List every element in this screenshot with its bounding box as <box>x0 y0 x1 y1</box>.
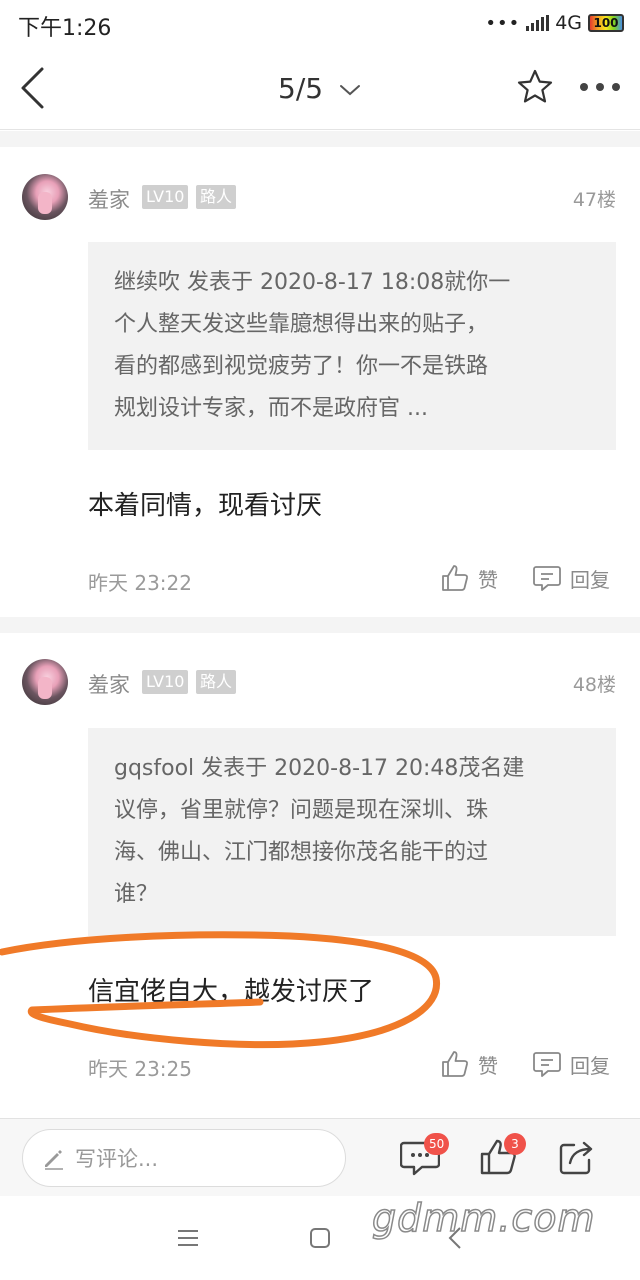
post-item: 羞家 LV10 路人 47楼 继续吹 发表于 2020-8-17 18:08就你… <box>0 147 640 617</box>
home-square-icon[interactable] <box>308 1226 332 1250</box>
divider-band <box>0 617 640 633</box>
comment-input[interactable]: 写评论... <box>22 1129 346 1187</box>
status-bar: 下午1:26 ••• 4G 100 <box>0 0 640 46</box>
pencil-icon <box>45 1150 63 1170</box>
post-time: 昨天 23:25 <box>88 1057 192 1081</box>
reply-label: 回复 <box>570 567 610 592</box>
post-item: 羞家 LV10 路人 48楼 gqsfool 发表于 2020-8-17 20:… <box>0 633 640 1118</box>
nav-bar: 5/5 <box>0 46 640 130</box>
bottom-action-bar: 写评论... 50 3 <box>0 1118 640 1196</box>
more-icon[interactable] <box>578 80 622 94</box>
quote-line: 看的都感到视觉疲劳了！你一不是铁路 <box>114 354 489 379</box>
avatar[interactable] <box>22 174 68 220</box>
quote-block[interactable]: 继续吹 发表于 2020-8-17 18:08就你一 个人整天发这些靠臆想得出来… <box>88 242 616 450</box>
like-label: 赞 <box>478 567 498 592</box>
status-indicators: ••• 4G 100 <box>485 12 624 34</box>
quote-line: 规划设计专家，而不是政府官 ... <box>114 396 428 421</box>
network-type: 4G <box>555 12 582 34</box>
quote-line: 海、佛山、江门都想接你茂名能干的过 <box>114 840 489 865</box>
menu-icon[interactable] <box>176 1226 200 1250</box>
page-indicator: 5/5 <box>278 72 324 105</box>
quote-line: gqsfool 发表于 2020-8-17 20:48茂名建 <box>114 756 525 781</box>
chevron-down-icon <box>339 85 360 96</box>
reply-button[interactable]: 回复 <box>532 1049 610 1079</box>
share-icon[interactable] <box>556 1137 596 1177</box>
like-label: 赞 <box>478 1053 498 1078</box>
post-content: 本着同情，现看讨厌 <box>88 491 323 521</box>
avatar[interactable] <box>22 659 68 705</box>
quote-line: 谁？ <box>114 882 159 907</box>
comment-icon <box>533 566 561 591</box>
floor-number: 47楼 <box>572 189 616 211</box>
post-time: 昨天 23:22 <box>88 571 192 595</box>
level-badge: LV10 <box>142 185 189 209</box>
quote-line: 个人整天发这些靠臆想得出来的贴子， <box>114 312 489 337</box>
star-icon[interactable] <box>516 68 554 106</box>
quote-block[interactable]: gqsfool 发表于 2020-8-17 20:48茂名建 议停，省里就停？问… <box>88 728 616 936</box>
reply-label: 回复 <box>570 1053 610 1078</box>
post-content: 信宜佬自大，越发讨厌了 <box>88 977 375 1007</box>
like-count-badge: 3 <box>504 1133 526 1155</box>
username[interactable]: 羞家 <box>88 669 130 699</box>
rank-badge: 路人 <box>196 185 237 209</box>
reply-button[interactable]: 回复 <box>532 563 610 593</box>
thumbs-up-icon <box>442 565 469 591</box>
comment-placeholder: 写评论... <box>75 1147 159 1171</box>
floor-number: 48楼 <box>572 674 616 696</box>
level-badge: LV10 <box>142 670 189 694</box>
status-time: 下午1:26 <box>18 16 112 41</box>
like-button[interactable]: 赞 <box>440 1049 498 1079</box>
notification-dots-icon: ••• <box>485 12 521 34</box>
divider-band <box>0 131 640 147</box>
signal-icon <box>526 15 550 31</box>
battery-icon: 100 <box>588 14 624 32</box>
rank-badge: 路人 <box>196 670 237 694</box>
quote-line: 议停，省里就停？问题是现在深圳、珠 <box>114 798 489 823</box>
thumbs-up-icon <box>442 1051 469 1077</box>
username[interactable]: 羞家 <box>88 184 130 214</box>
like-button[interactable]: 赞 <box>440 563 498 593</box>
watermark: gdmm.com <box>371 1195 596 1241</box>
comment-count-badge: 50 <box>424 1133 450 1155</box>
quote-line: 继续吹 发表于 2020-8-17 18:08就你一 <box>114 270 511 295</box>
comment-icon <box>533 1052 561 1077</box>
